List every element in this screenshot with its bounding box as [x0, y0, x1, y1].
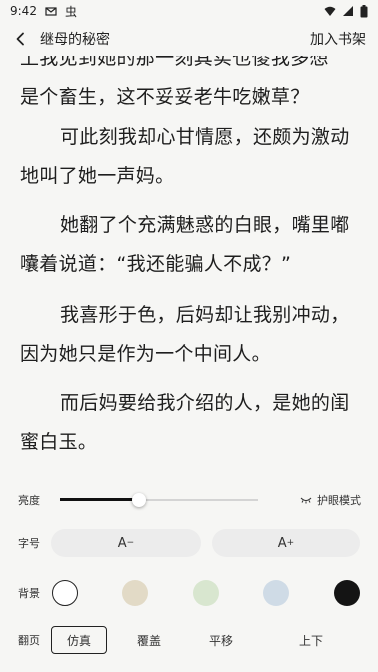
reading-area[interactable]: 上我见到她的那一刻其实也傻我多想 是个畜生，这不妥妥老牛吃嫩草？ 可此刻我却心甘…	[0, 56, 378, 466]
paragraph: 而后妈要给我介绍的人，是她的闺 蜜白玉。	[0, 384, 378, 462]
chevron-left-icon	[16, 32, 24, 46]
slider-knob[interactable]	[132, 493, 146, 507]
page-turn-option[interactable]: 上下	[263, 626, 359, 654]
brightness-slider[interactable]	[60, 490, 258, 510]
brightness-label: 亮度	[18, 494, 40, 507]
status-time: 9:42	[10, 4, 37, 18]
minus-superscript-icon: −	[126, 538, 135, 548]
font-increase-label: A	[277, 535, 287, 551]
eye-closed-icon	[300, 497, 312, 504]
text-line: 是个畜生，这不妥妥老牛吃嫩草？	[20, 86, 310, 108]
text-line: 因为她只是作为一个中间人。	[20, 343, 271, 365]
page-turn-option-label: 平移	[208, 633, 233, 648]
text-line: 我喜形于色，后妈却让我别冲动，	[60, 304, 350, 326]
paragraph: 上我见到她的那一刻其实也傻我多想 是个畜生，这不妥妥老牛吃嫩草？	[0, 56, 378, 117]
background-swatch[interactable]	[52, 580, 78, 606]
background-swatch[interactable]	[263, 580, 289, 606]
page-turn-option[interactable]: 平移	[193, 626, 249, 654]
font-size-row: 字号 A − A +	[0, 529, 378, 557]
add-to-shelf-button[interactable]: 加入书架	[310, 29, 366, 49]
reader-header: 继母的秘密 加入书架	[0, 22, 378, 56]
page-turn-label: 翻页	[18, 634, 40, 647]
status-bar: 9:42 虫	[0, 0, 378, 22]
background-swatch[interactable]	[193, 580, 219, 606]
wifi-icon	[324, 6, 336, 16]
text-line: 囔着说道：“我还能骗人不成？”	[20, 253, 292, 275]
text-line: 上我见到她的那一刻其实也傻我多想	[20, 56, 329, 69]
paragraph: 可此刻我却心甘情愿，还颇为激动 地叫了她一声妈。	[0, 118, 378, 196]
brightness-row: 亮度 护眼模式	[0, 486, 378, 514]
font-decrease-button[interactable]: A −	[51, 529, 201, 557]
background-swatch[interactable]	[122, 580, 148, 606]
app-notification-icon: 虫	[64, 4, 77, 19]
signal-icon	[343, 6, 353, 16]
page-turn-option-label: 覆盖	[136, 633, 161, 648]
slider-fill	[60, 498, 139, 501]
page-turn-option-label: 仿真	[66, 633, 91, 648]
background-row: 背景	[0, 578, 378, 608]
page-turn-option[interactable]: 覆盖	[121, 626, 177, 654]
font-increase-button[interactable]: A +	[212, 529, 360, 557]
text-line: 蜜白玉。	[20, 431, 98, 453]
text-line: 她翻了个充满魅惑的白眼，嘴里嘟	[60, 214, 350, 236]
font-size-label: 字号	[18, 537, 40, 550]
eye-protection-toggle[interactable]: 护眼模式	[300, 492, 361, 508]
book-title: 继母的秘密	[40, 32, 110, 48]
text-line: 而后妈要给我介绍的人，是她的闺	[60, 392, 350, 414]
plus-superscript-icon: +	[286, 538, 295, 548]
paragraph: 我喜形于色，后妈却让我别冲动， 因为她只是作为一个中间人。	[0, 296, 378, 374]
page-turn-option-label: 上下	[298, 633, 323, 648]
eye-protection-label: 护眼模式	[317, 494, 361, 507]
back-button[interactable]	[10, 29, 30, 49]
paragraph: 她翻了个充满魅惑的白眼，嘴里嘟 囔着说道：“我还能骗人不成？”	[0, 206, 378, 284]
page-turn-option[interactable]: 仿真	[51, 626, 107, 654]
battery-icon	[360, 4, 368, 17]
background-label: 背景	[18, 587, 40, 600]
page-turn-row: 翻页 仿真 覆盖 平移 上下	[0, 626, 378, 654]
background-swatch[interactable]	[334, 580, 360, 606]
mail-icon	[45, 7, 57, 16]
text-line: 地叫了她一声妈。	[20, 165, 175, 187]
font-decrease-label: A	[117, 535, 127, 551]
reader-settings-panel: 亮度 护眼模式 字号 A − A + 背景 翻页 仿真 覆盖 平移 上下	[0, 478, 378, 672]
text-line: 可此刻我却心甘情愿，还颇为激动	[60, 126, 350, 148]
